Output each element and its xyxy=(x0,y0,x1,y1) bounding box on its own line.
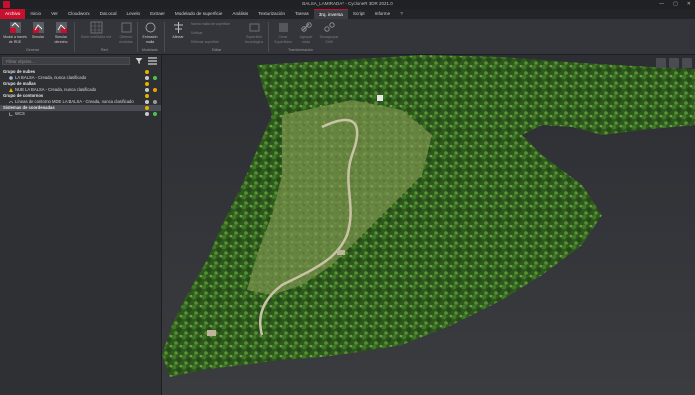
maximize-button[interactable]: ▢ xyxy=(673,1,678,7)
search-input[interactable]: Filtrar objetos... xyxy=(2,57,130,65)
link-icon xyxy=(300,22,312,32)
tab-datocal[interactable]: Dat.ocal xyxy=(95,9,122,19)
status-dot xyxy=(153,112,157,116)
surface-icon xyxy=(249,23,259,32)
status-dot xyxy=(153,100,157,104)
tab-inicio[interactable]: Inicio xyxy=(25,9,46,19)
simulate-right-icon xyxy=(55,22,67,33)
axes-icon xyxy=(9,112,13,116)
model-browser-panel: Filtrar objetos... Grupo de nubes LA BAL… xyxy=(0,55,162,395)
tab-archivo[interactable]: Archivo xyxy=(0,9,26,19)
tab-texturizacion[interactable]: Texturización xyxy=(253,9,290,19)
visibility-icon[interactable] xyxy=(145,70,149,74)
minimize-button[interactable]: — xyxy=(659,1,664,7)
mesh-dem-icon xyxy=(9,22,21,33)
align-button[interactable]: Alinear xyxy=(165,21,191,40)
extrude-mesh-button[interactable]: Extrusión malla xyxy=(137,21,163,44)
close-button[interactable]: ✕ xyxy=(687,1,691,7)
title-bar: BALSA_LAMIRADA* - CycloneR 3DR 2021.0 — … xyxy=(0,0,695,9)
align-icon xyxy=(173,22,183,33)
mesh-grid-icon xyxy=(90,21,102,34)
create-surface-icon xyxy=(278,23,288,32)
group-label-editar: Editar xyxy=(212,48,222,52)
unlink-icon xyxy=(323,22,335,32)
tab-levelo[interactable]: Levelo xyxy=(122,9,146,19)
tab-ing-inversa[interactable]: 3rq. inversa xyxy=(313,9,348,19)
status-dot xyxy=(153,76,157,80)
ribbon-separator xyxy=(268,22,269,52)
filter-icon[interactable] xyxy=(135,57,143,65)
group-label-modelado: Modelado xyxy=(142,48,158,52)
upload-mesh-button[interactable]: Subir red/Malla red xyxy=(77,21,115,40)
simulate-icon xyxy=(32,22,44,33)
visibility-icon[interactable] xyxy=(145,76,149,80)
unify-item[interactable]: Unificar xyxy=(191,31,203,35)
window-title: BALSA_LAMIRADA* - CycloneR 3DR 2021.0 xyxy=(302,1,393,6)
point-cloud-render xyxy=(162,55,695,377)
tab-cloudworx[interactable]: Cloudworx xyxy=(63,9,95,19)
viewport-toolbar xyxy=(656,58,692,68)
tab-help[interactable]: ? xyxy=(395,9,408,19)
point-cloud-icon xyxy=(9,76,13,80)
new-surface-mesh-item[interactable]: Nueva malla de superficie xyxy=(191,22,230,26)
ungroup-button[interactable]: Desagrupar Shift xyxy=(316,21,342,44)
simulate-right-button[interactable]: Simular derecho xyxy=(48,21,74,44)
object-tree: Grupo de nubes LA BALSA - Creada, nunca … xyxy=(0,69,161,117)
status-dot xyxy=(153,88,157,92)
measure-icon xyxy=(121,22,131,33)
tab-modelado-superficie[interactable]: Modelado de superficie xyxy=(170,9,228,19)
tree-item-wcs[interactable]: WCS xyxy=(0,111,161,117)
fill-surface-item[interactable]: Rellenar superficie xyxy=(191,40,219,44)
menu-bar: Archivo Inicio Ver Cloudworx Dat.ocal Le… xyxy=(0,9,695,19)
visibility-icon[interactable] xyxy=(145,82,149,86)
ribbon-separator xyxy=(74,22,75,52)
tab-ver[interactable]: Ver xyxy=(46,9,63,19)
tab-analisis[interactable]: Análisis xyxy=(227,9,253,19)
measure-tool-icon[interactable] xyxy=(656,58,666,68)
visibility-icon[interactable] xyxy=(145,94,149,98)
3d-viewport[interactable] xyxy=(162,55,695,395)
view-options-icon[interactable] xyxy=(682,58,692,68)
ribbon: Modal a través de RDE Simular Simular de… xyxy=(0,19,695,55)
window-controls: — ▢ ✕ xyxy=(659,1,691,7)
tab-tareas[interactable]: Tareas xyxy=(290,9,314,19)
contour-lines-icon xyxy=(9,101,13,104)
hamburger-menu-icon[interactable] xyxy=(148,57,157,65)
group-label-transformacion: Transformación xyxy=(288,48,313,52)
mesh-icon xyxy=(9,88,13,92)
group-label-red: Red xyxy=(101,48,108,52)
get-measures-button[interactable]: Obtener medidas xyxy=(113,21,139,44)
visibility-icon[interactable] xyxy=(145,106,149,110)
navigate-tool-icon[interactable] xyxy=(669,58,679,68)
tech-surface-button[interactable]: Superficie tecnológica xyxy=(241,21,267,44)
tab-extraer[interactable]: Extraer xyxy=(145,9,170,19)
visibility-icon[interactable] xyxy=(145,100,149,104)
visibility-icon[interactable] xyxy=(145,88,149,92)
group-label-generar: Generar xyxy=(26,48,40,52)
extrude-icon xyxy=(145,22,155,33)
tab-informe[interactable]: Informe xyxy=(370,9,396,19)
visibility-icon[interactable] xyxy=(145,112,149,116)
tab-script[interactable]: Script xyxy=(348,9,370,19)
